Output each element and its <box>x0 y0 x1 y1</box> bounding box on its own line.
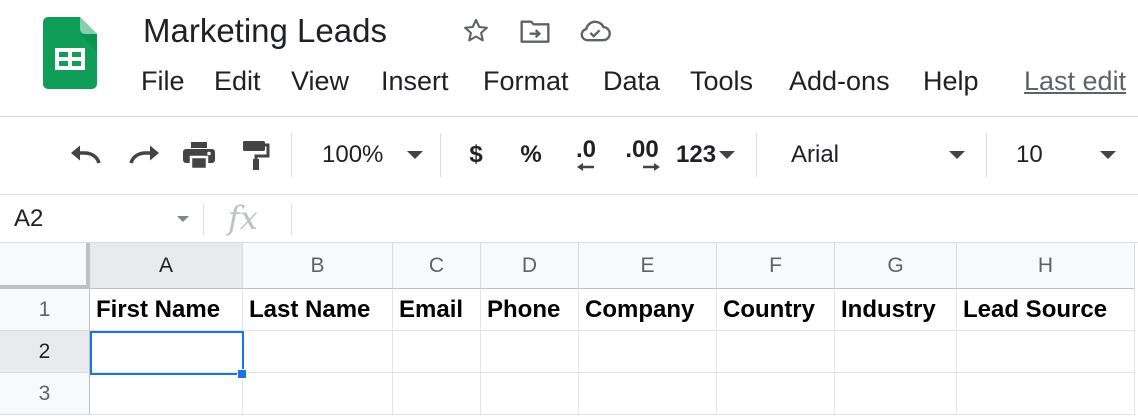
toolbar-divider <box>986 133 987 177</box>
redo-icon[interactable] <box>124 135 164 175</box>
column-header-e[interactable]: E <box>579 243 717 289</box>
column-header-c[interactable]: C <box>393 243 481 289</box>
cell-d3[interactable] <box>481 373 579 415</box>
cell-d2[interactable] <box>481 331 579 373</box>
column-header-d[interactable]: D <box>481 243 579 289</box>
chevron-down-icon <box>407 151 424 159</box>
cell-a3[interactable] <box>90 373 243 415</box>
cloud-saved-icon[interactable] <box>578 14 612 48</box>
fill-handle[interactable] <box>237 369 247 379</box>
row-header-3[interactable]: 3 <box>0 373 90 415</box>
zoom-select[interactable]: 100% <box>310 135 430 175</box>
increase-decimal-button[interactable]: .00 <box>620 135 664 175</box>
menu-data[interactable]: Data <box>603 66 660 97</box>
formula-bar-divider <box>291 203 292 235</box>
undo-icon[interactable] <box>66 135 106 175</box>
chevron-down-icon[interactable] <box>177 216 189 222</box>
cell-h2[interactable] <box>957 331 1135 373</box>
arrow-right-icon <box>643 163 660 171</box>
cell-e2[interactable] <box>579 331 717 373</box>
cell-c3[interactable] <box>393 373 481 415</box>
row-header-1[interactable]: 1 <box>0 289 90 331</box>
font-family-value: Arial <box>791 141 840 168</box>
cell-d1[interactable]: Phone <box>481 289 579 331</box>
font-family-select[interactable]: Arial <box>776 135 972 175</box>
move-to-folder-icon[interactable] <box>518 14 552 48</box>
menu-help[interactable]: Help <box>923 66 979 97</box>
cell-g2[interactable] <box>835 331 957 373</box>
sheets-logo-icon[interactable] <box>43 17 97 89</box>
menu-insert[interactable]: Insert <box>381 66 449 97</box>
last-edit-link[interactable]: Last edit <box>1024 66 1126 97</box>
star-icon[interactable] <box>459 14 493 48</box>
column-header-b[interactable]: B <box>243 243 393 289</box>
cell-a2[interactable] <box>90 331 243 373</box>
cell-f1[interactable]: Country <box>717 289 835 331</box>
paint-format-icon[interactable] <box>236 135 276 175</box>
cell-c2[interactable] <box>393 331 481 373</box>
chevron-down-icon <box>949 151 965 159</box>
toolbar-divider <box>756 133 757 177</box>
currency-format-button[interactable]: $ <box>460 135 492 175</box>
menu-file[interactable]: File <box>141 66 185 97</box>
sheet-grid: A B C D E F G H 1 2 3 First Name Last Na… <box>0 243 1138 420</box>
toolbar-divider <box>440 133 441 177</box>
zoom-value: 100% <box>322 141 384 168</box>
cell-f2[interactable] <box>717 331 835 373</box>
row-header-2[interactable]: 2 <box>0 331 90 373</box>
chevron-down-icon <box>719 151 736 159</box>
column-header-h[interactable]: H <box>957 243 1135 289</box>
formula-bar-divider <box>203 203 204 235</box>
cell-g1[interactable]: Industry <box>835 289 957 331</box>
chevron-down-icon <box>1100 151 1116 159</box>
name-box[interactable]: A2 <box>14 205 43 233</box>
cell-f3[interactable] <box>717 373 835 415</box>
column-header-g[interactable]: G <box>835 243 957 289</box>
cell-h1[interactable]: Lead Source <box>957 289 1135 331</box>
app-header: Marketing Leads File Edit View Insert Fo… <box>0 0 1138 117</box>
menu-edit[interactable]: Edit <box>214 66 261 97</box>
cell-e1[interactable]: Company <box>579 289 717 331</box>
menu-view[interactable]: View <box>291 66 349 97</box>
cell-b2[interactable] <box>243 331 393 373</box>
formula-input[interactable] <box>300 203 1120 235</box>
column-header-a[interactable]: A <box>90 243 243 289</box>
more-formats-select[interactable]: 123 <box>676 135 742 175</box>
fx-icon: fx <box>228 199 258 237</box>
percent-format-button[interactable]: % <box>515 135 547 175</box>
cell-a1[interactable]: First Name <box>90 289 243 331</box>
toolbar-divider <box>291 133 292 177</box>
column-header-f[interactable]: F <box>717 243 835 289</box>
select-all-corner[interactable] <box>0 243 90 289</box>
toolbar: 100% $ % .0 .00 123 Arial 10 <box>0 117 1138 195</box>
cell-e3[interactable] <box>579 373 717 415</box>
arrow-left-icon <box>577 163 594 171</box>
print-icon[interactable] <box>179 135 219 175</box>
formula-bar: A2 fx <box>0 195 1138 243</box>
menu-tools[interactable]: Tools <box>690 66 753 97</box>
decrease-decimal-button[interactable]: .0 <box>566 135 606 175</box>
menu-add-ons[interactable]: Add-ons <box>789 66 890 97</box>
cell-g3[interactable] <box>835 373 957 415</box>
cell-h3[interactable] <box>957 373 1135 415</box>
cell-c1[interactable]: Email <box>393 289 481 331</box>
cell-b1[interactable]: Last Name <box>243 289 393 331</box>
cell-b3[interactable] <box>243 373 393 415</box>
document-title[interactable]: Marketing Leads <box>143 12 387 50</box>
font-size-select[interactable]: 10 <box>1004 135 1120 175</box>
menu-format[interactable]: Format <box>483 66 569 97</box>
font-size-value: 10 <box>1016 141 1043 168</box>
